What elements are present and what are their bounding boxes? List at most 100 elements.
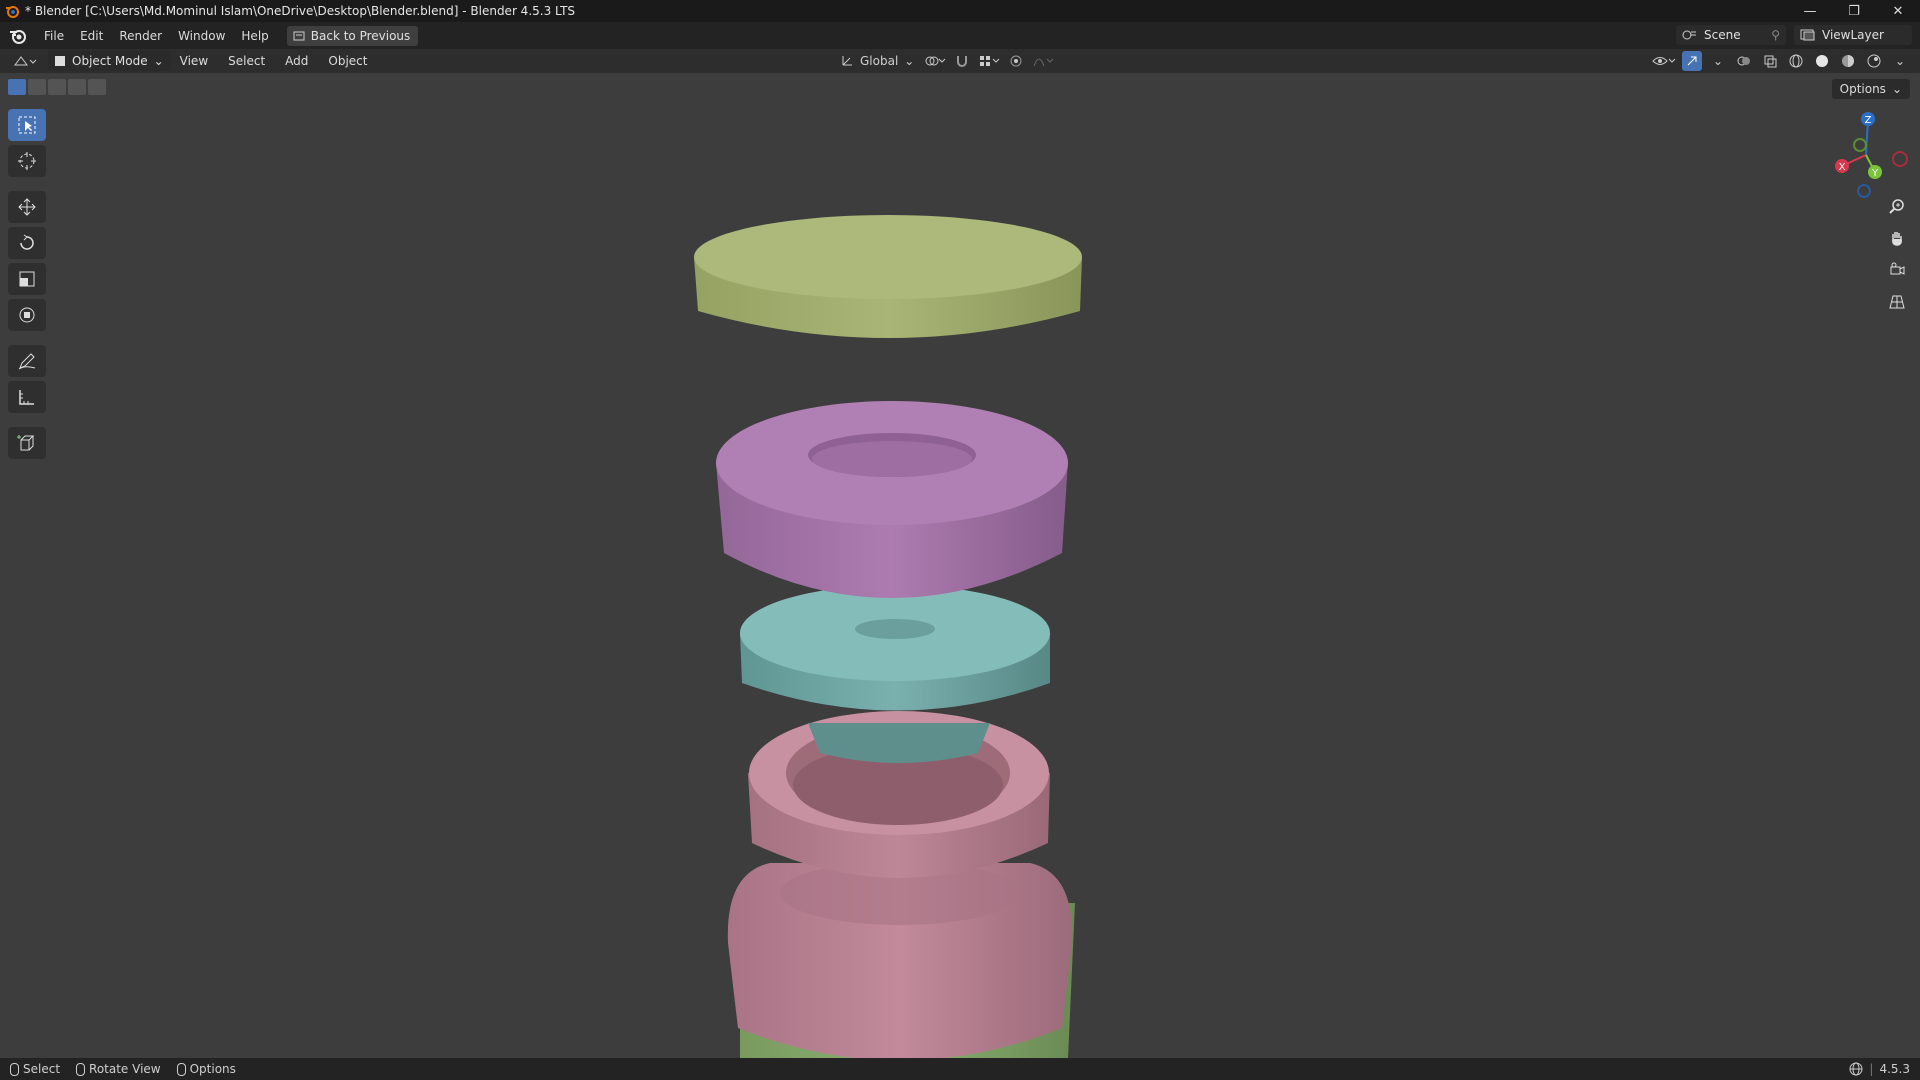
pin-icon[interactable]: ⚲ [1771, 28, 1780, 42]
select-box-icon [18, 116, 36, 134]
select-extend-button[interactable] [28, 79, 46, 95]
3d-viewport[interactable]: Options ⌄ Z X Y [0, 73, 1920, 1058]
status-select: Select [10, 1062, 60, 1076]
gizmo-z-label: Z [1865, 115, 1872, 126]
transform-icon [19, 307, 35, 323]
maximize-button[interactable]: ❐ [1832, 0, 1876, 22]
falloff-button[interactable] [1032, 51, 1054, 71]
title-bar: * Blender [C:\Users\Md.Mominul Islam\One… [0, 0, 1920, 22]
gizmo-dropdown[interactable]: ⌄ [1708, 51, 1728, 71]
view-layer-name: ViewLayer [1822, 28, 1884, 42]
wireframe-sphere-icon [1789, 54, 1803, 68]
magnet-icon [957, 56, 968, 67]
eye-icon [1652, 57, 1676, 65]
solid-shading-button[interactable] [1812, 51, 1832, 71]
right-mouse-icon [176, 1062, 186, 1076]
menu-file[interactable]: File [36, 29, 72, 43]
orientation-label: Global [860, 54, 899, 68]
green-lid-mesh[interactable] [694, 215, 1082, 338]
material-sphere-icon [1842, 55, 1854, 67]
blender-logo-icon[interactable] [8, 26, 28, 46]
wireframe-shading-button[interactable] [1786, 51, 1806, 71]
zoom-icon[interactable] [1884, 193, 1910, 219]
status-rotate-label: Rotate View [89, 1062, 161, 1076]
annotate-tool[interactable] [8, 345, 46, 377]
perspective-toggle-icon[interactable] [1884, 289, 1910, 315]
menu-add[interactable]: Add [275, 54, 318, 68]
scene-selector[interactable]: Scene ⚲ [1676, 25, 1786, 45]
ruler-icon [19, 390, 34, 405]
menu-edit[interactable]: Edit [72, 29, 111, 43]
scene-icon [1682, 30, 1696, 40]
overlay-toggle-button[interactable] [1734, 51, 1754, 71]
xray-toggle-button[interactable] [1760, 51, 1780, 71]
status-select-label: Select [23, 1062, 61, 1076]
editor-type-button[interactable] [8, 51, 42, 71]
select-subtract-button[interactable] [48, 79, 66, 95]
blender-app-icon [6, 6, 19, 18]
select-new-button[interactable] [8, 79, 26, 95]
proportional-edit-button[interactable] [1006, 51, 1026, 71]
mode-label: Object Mode [72, 54, 148, 68]
gizmo-x-label: X [1839, 162, 1846, 173]
gizmo-toggle-button[interactable] [1682, 51, 1702, 71]
material-shading-button[interactable] [1838, 51, 1858, 71]
visibility-button[interactable] [1652, 51, 1676, 71]
scale-icon [19, 271, 35, 287]
version-info: | 4.5.3 [1849, 1062, 1910, 1076]
camera-view-icon[interactable] [1884, 257, 1910, 283]
shading-dropdown[interactable]: ⌄ [1890, 51, 1910, 71]
window-title: * Blender [C:\Users\Md.Mominul Islam\One… [25, 4, 576, 18]
screen-icon [293, 31, 305, 40]
purple-ring-mesh[interactable] [716, 401, 1068, 598]
rendered-sphere-icon [1867, 54, 1881, 68]
back-to-previous-button[interactable]: Back to Previous [286, 25, 419, 46]
gizmo-y-label: Y [1871, 168, 1879, 179]
mode-dropdown[interactable]: Object Mode ⌄ [48, 51, 170, 71]
scale-tool[interactable] [8, 263, 46, 295]
rotate-tool[interactable] [8, 227, 46, 259]
transform-orientation-dropdown[interactable]: Global ⌄ [836, 51, 918, 71]
add-cube-icon [17, 435, 35, 451]
pink-body-mesh[interactable] [727, 861, 1073, 1058]
menu-object[interactable]: Object [318, 54, 377, 68]
back-to-previous-label: Back to Previous [310, 28, 411, 43]
view-layer-icon [1800, 29, 1815, 41]
status-options-label: Options [189, 1062, 236, 1076]
pencil-icon [18, 353, 36, 370]
move-tool[interactable] [8, 191, 46, 223]
tool-shelf [8, 109, 48, 459]
gizmo-neg-x[interactable] [1892, 151, 1908, 167]
close-button[interactable]: ✕ [1876, 0, 1920, 22]
move-icon [18, 198, 36, 216]
pan-hand-icon[interactable] [1884, 225, 1910, 251]
rendered-shading-button[interactable] [1864, 51, 1884, 71]
pivot-icon [925, 56, 946, 66]
cursor-tool[interactable] [8, 145, 46, 177]
minimize-button[interactable]: — [1788, 0, 1832, 22]
object-mode-icon [55, 56, 65, 66]
menu-help[interactable]: Help [233, 29, 276, 43]
select-box-tool[interactable] [8, 109, 46, 141]
viewport-display-tools: ⌄ ⌄ [1652, 49, 1910, 73]
view-layer-selector[interactable]: ViewLayer [1794, 25, 1912, 45]
scene-render [694, 215, 1082, 1058]
measure-tool[interactable] [8, 381, 46, 413]
pivot-point-button[interactable] [924, 51, 946, 71]
menu-select[interactable]: Select [218, 54, 275, 68]
select-intersect-button[interactable] [88, 79, 106, 95]
snap-target-button[interactable] [978, 51, 1000, 71]
chevron-down-icon: ⌄ [153, 54, 164, 68]
add-cube-tool[interactable] [8, 427, 46, 459]
globe-icon [1849, 1062, 1863, 1076]
snap-toggle-button[interactable] [952, 51, 972, 71]
gizmo-neg-y[interactable] [1853, 138, 1867, 152]
transform-tool[interactable] [8, 299, 46, 331]
gizmo-neg-z[interactable] [1857, 184, 1871, 198]
selection-mode-buttons [8, 79, 106, 95]
menu-view[interactable]: View [170, 54, 218, 68]
snap-increment-icon [980, 56, 1000, 66]
menu-window[interactable]: Window [170, 29, 233, 43]
select-invert-button[interactable] [68, 79, 86, 95]
menu-render[interactable]: Render [111, 29, 170, 43]
